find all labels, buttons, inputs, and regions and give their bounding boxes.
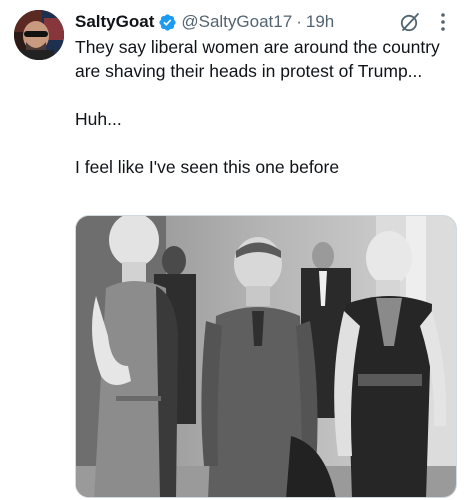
tweet-text: They say liberal women are around the co… — [75, 35, 460, 179]
separator-dot: · — [296, 12, 302, 31]
author-handle[interactable]: @SaltyGoat17 — [181, 12, 292, 32]
avatar-photo — [14, 10, 64, 60]
verified-badge-icon — [158, 13, 177, 32]
tweet-text-paragraph: Huh... — [75, 109, 122, 129]
author-display-name[interactable]: SaltyGoat — [75, 12, 154, 32]
tweet-header: SaltyGoat @SaltyGoat17 · 19h — [75, 10, 334, 34]
tweet-media-photo[interactable] — [75, 215, 457, 498]
avatar[interactable] — [14, 10, 64, 60]
tweet-card[interactable]: SaltyGoat @SaltyGoat17 · 19h They say li… — [0, 0, 471, 500]
timestamp[interactable]: 19h — [306, 12, 334, 32]
tweet-text-paragraph: They say liberal women are around the co… — [75, 37, 440, 81]
grok-icon[interactable] — [398, 10, 422, 34]
more-options-icon[interactable] — [437, 11, 449, 33]
tweet-text-paragraph: I feel like I've seen this one before — [75, 157, 340, 177]
historical-photo-image — [76, 216, 456, 497]
